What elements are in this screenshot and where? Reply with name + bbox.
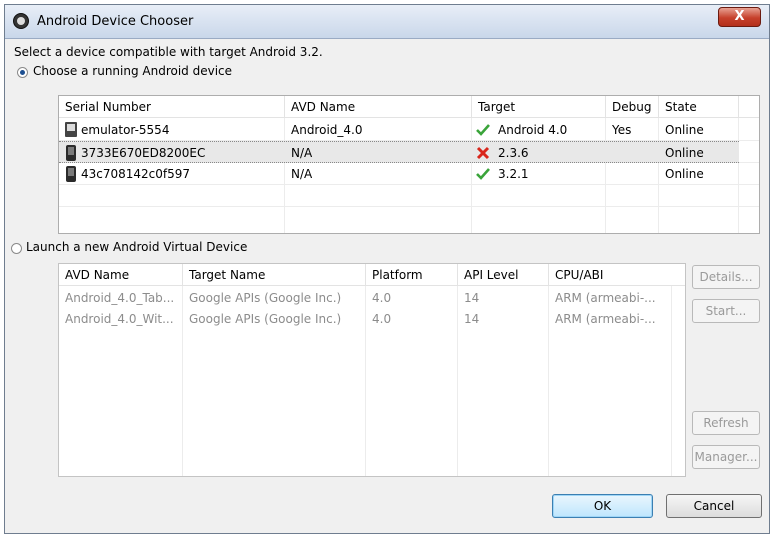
avd-table[interactable]: AVD Name Target Name Platform API Level … [58,263,686,477]
window-title: Android Device Chooser [37,14,194,29]
phone-icon [66,145,76,161]
check-icon [476,124,490,136]
prompt-text: Select a device compatible with target A… [14,45,323,59]
device-target: 3.2.1 [498,167,529,181]
device-debug: Yes [612,123,632,137]
device-avd-name: N/A [291,167,313,181]
launch-avd-radio[interactable] [11,243,22,254]
device-row[interactable]: emulator-5554 Android_4.0 Android 4.0 Ye… [59,119,759,141]
avd-target-name: Google APIs (Google Inc.) [189,312,342,326]
device-row-selected[interactable]: 3733E670ED8200EC N/A 2.3.6 Online [59,141,739,163]
refresh-button[interactable]: Refresh [692,411,760,435]
launch-avd-label: Launch a new Android Virtual Device [26,240,248,254]
device-state: Online [665,123,704,137]
device-serial: 3733E670ED8200EC [81,146,206,160]
start-button[interactable]: Start... [692,299,760,323]
avd-target-name: Google APIs (Google Inc.) [189,291,342,305]
column-header-serial[interactable]: Serial Number [59,96,285,118]
avd-cpu-abi: ARM (armeabi-... [555,312,656,326]
column-header-debug[interactable]: Debug [606,96,659,118]
column-header-avd-name[interactable]: AVD Name [285,96,472,118]
running-device-label: Choose a running Android device [33,64,233,78]
device-state: Online [665,167,704,181]
avd-api-level: 14 [464,291,480,305]
avd-cpu-abi: ARM (armeabi-... [555,291,656,305]
column-header-target[interactable]: Target [472,96,606,118]
avd-platform: 4.0 [372,291,392,305]
column-header-avd-name[interactable]: AVD Name [59,264,183,286]
app-icon [13,13,29,29]
device-target: 2.3.6 [498,146,529,160]
device-target: Android 4.0 [498,123,568,137]
check-icon [476,168,490,180]
column-header-target-name[interactable]: Target Name [183,264,366,286]
close-button[interactable]: X [718,7,761,27]
title-bar: Android Device Chooser X [5,5,769,39]
running-device-radio[interactable] [17,67,28,78]
device-serial: emulator-5554 [81,123,170,137]
error-x-icon [476,146,490,160]
device-state: Online [665,146,704,160]
avd-row[interactable]: Android_4.0_Wit... Google APIs (Google I… [59,308,685,330]
avd-row[interactable]: Android_4.0_Tab... Google APIs (Google I… [59,287,685,309]
column-header-platform[interactable]: Platform [366,264,458,286]
avd-api-level: 14 [464,312,480,326]
ok-button[interactable]: OK [552,494,653,518]
device-avd-name: N/A [291,146,313,160]
column-header-filler [739,96,759,118]
column-header-cpu-abi[interactable]: CPU/ABI [549,264,685,286]
emulator-icon [65,122,77,138]
avd-name: Android_4.0_Wit... [65,312,174,326]
device-row[interactable]: 43c708142c0f597 N/A 3.2.1 Online [59,163,759,185]
device-avd-name: Android_4.0 [291,123,363,137]
phone-icon [66,166,76,182]
dialog-content: Select a device compatible with target A… [11,39,762,526]
column-header-state[interactable]: State [659,96,739,118]
device-chooser-window: Android Device Chooser X Select a device… [4,4,770,534]
cancel-button[interactable]: Cancel [666,494,762,518]
details-button[interactable]: Details... [692,265,760,289]
running-devices-table[interactable]: Serial Number AVD Name Target Debug Stat… [58,95,760,234]
avd-platform: 4.0 [372,312,392,326]
column-header-api-level[interactable]: API Level [458,264,549,286]
avd-name: Android_4.0_Tab... [65,291,175,305]
manager-button[interactable]: Manager... [692,445,760,469]
device-serial: 43c708142c0f597 [81,167,191,181]
